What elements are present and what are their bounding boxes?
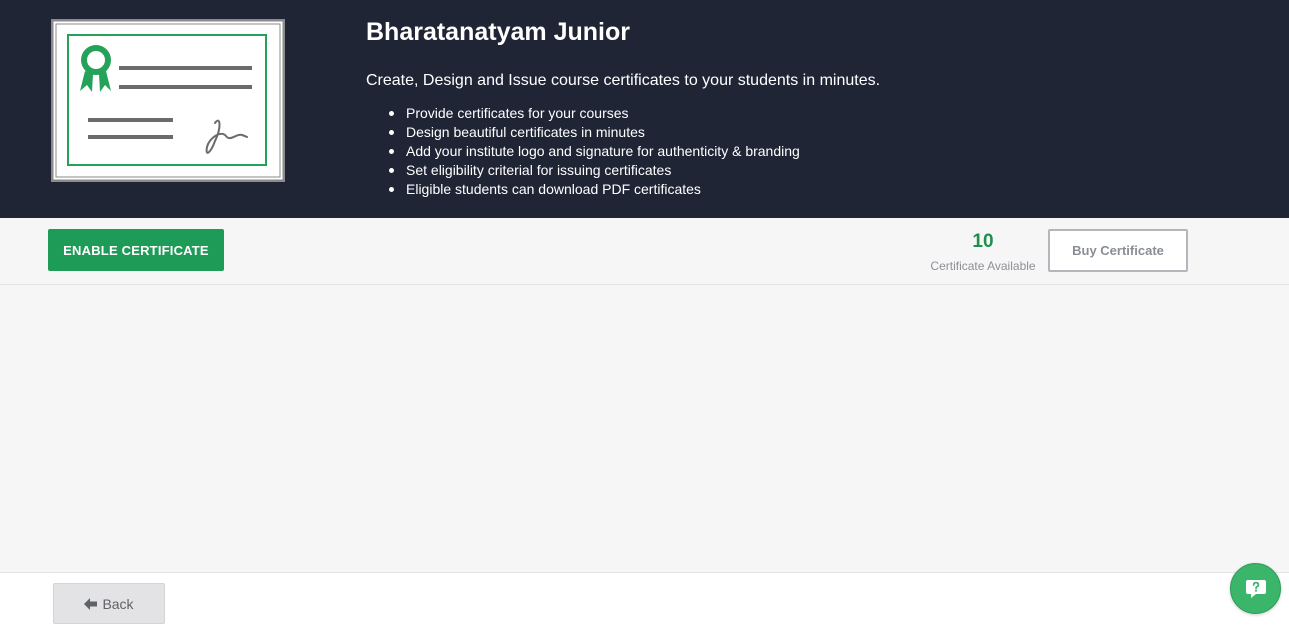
feature-item: Eligible students can download PDF certi… — [387, 180, 800, 199]
feature-item: Set eligibility criterial for issuing ce… — [387, 161, 800, 180]
certificate-available-count: 10 — [972, 231, 994, 252]
feature-item: Design beautiful certificates in minutes — [387, 123, 800, 142]
footer-bar: Back — [0, 573, 1289, 627]
certificate-hero-banner: Bharatanatyam Junior Create, Design and … — [0, 0, 1289, 218]
feature-item: Provide certificates for your courses — [387, 104, 800, 123]
certificate-available-label: Certificate Available — [930, 259, 1036, 273]
course-title: Bharatanatyam Junior — [366, 18, 630, 46]
back-button[interactable]: Back — [53, 583, 165, 624]
help-chat-icon — [1245, 579, 1266, 598]
arrow-left-icon — [84, 597, 98, 610]
certificate-icon — [51, 19, 285, 182]
help-chat-button[interactable] — [1230, 563, 1281, 614]
feature-list: Provide certificates for your courses De… — [387, 104, 800, 199]
content-area — [0, 285, 1289, 573]
back-button-label: Back — [102, 595, 134, 612]
enable-certificate-button[interactable]: ENABLE CERTIFICATE — [48, 229, 224, 271]
hero-subtitle: Create, Design and Issue course certific… — [366, 72, 881, 89]
buy-certificate-button[interactable]: Buy Certificate — [1048, 229, 1188, 272]
feature-item: Add your institute logo and signature fo… — [387, 142, 800, 161]
certificate-action-bar: ENABLE CERTIFICATE 10 Certificate Availa… — [0, 218, 1289, 285]
